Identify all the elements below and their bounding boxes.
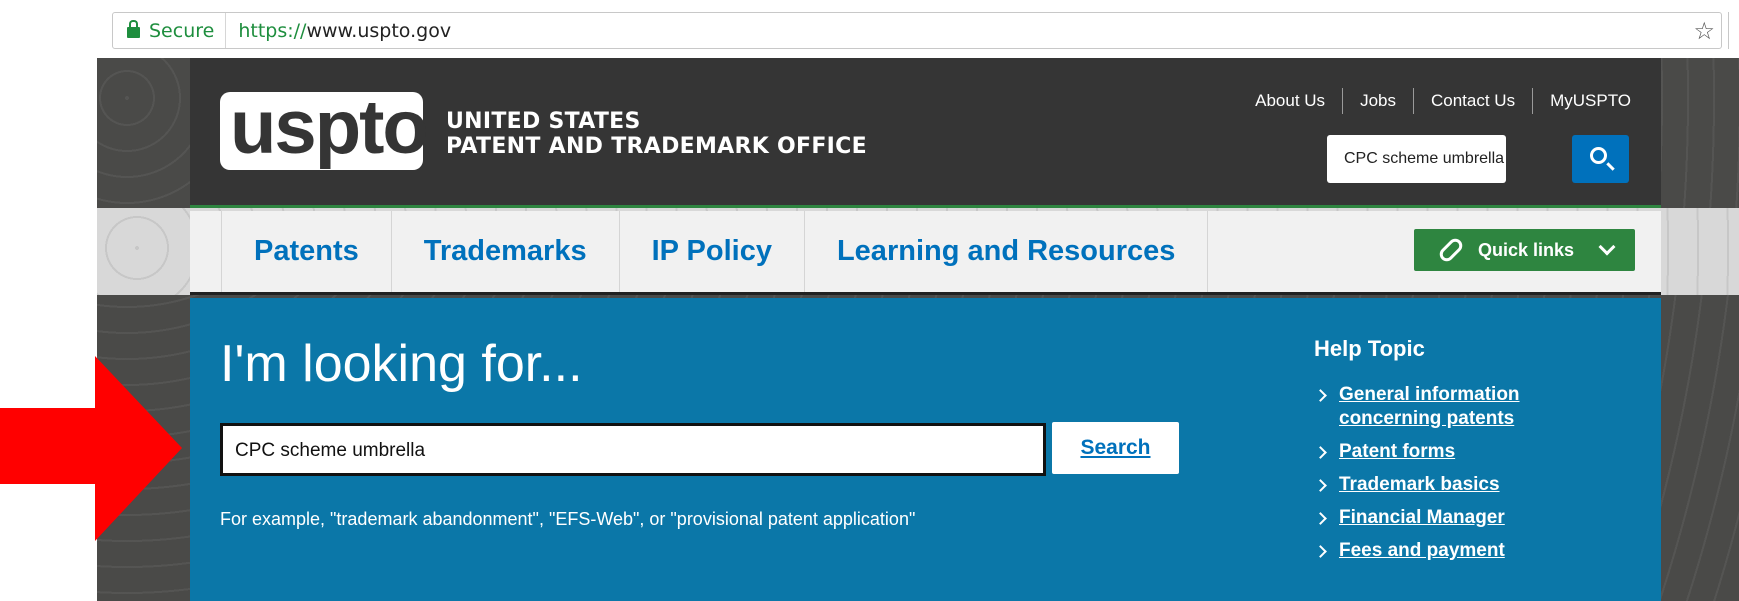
chevron-down-icon <box>1598 238 1616 256</box>
help-link-label: Patent forms <box>1339 441 1456 462</box>
red-arrow-icon <box>0 356 182 541</box>
nav-item-learning-and-resources[interactable]: Learning and Resources <box>803 211 1209 292</box>
quick-links-button[interactable]: Quick links <box>1414 229 1635 271</box>
help-link-trademark-basics[interactable]: Trademark basics <box>1314 473 1614 497</box>
help-topic-title: Help Topic <box>1314 336 1425 361</box>
nav-item-trademarks[interactable]: Trademarks <box>390 211 619 292</box>
agency-line-1: UNITED STATES <box>446 109 641 134</box>
help-link-fees-and-payment[interactable]: Fees and payment <box>1314 539 1614 563</box>
nav-item-patents[interactable]: Patents <box>221 211 391 292</box>
chevron-right-icon <box>1314 545 1327 558</box>
about-us-link[interactable]: About Us <box>1255 88 1342 114</box>
header-search-button[interactable] <box>1572 135 1629 183</box>
main-search-input[interactable]: CPC scheme umbrella <box>220 423 1046 476</box>
page-title: I'm looking for... <box>220 335 583 393</box>
quick-links-label: Quick links <box>1478 239 1575 260</box>
agency-name: UNITED STATES PATENT AND TRADEMARK OFFIC… <box>446 109 867 159</box>
address-bar[interactable]: Secure https://www.uspto.gov ☆ <box>112 12 1722 49</box>
search-example-text: For example, "trademark abandonment", "E… <box>220 509 916 529</box>
secure-label: Secure <box>149 19 215 42</box>
secure-indicator[interactable]: Secure <box>113 13 227 48</box>
chevron-right-icon <box>1314 446 1327 459</box>
nav-menu: Patents Trademarks IP Policy Learning an… <box>221 211 1209 292</box>
lock-icon <box>127 20 140 38</box>
agency-line-2: PATENT AND TRADEMARK OFFICE <box>446 134 867 159</box>
uspto-logo[interactable]: uspto <box>220 90 429 170</box>
header-search-input[interactable]: CPC scheme umbrella <box>1327 135 1506 183</box>
search-panel: I'm looking for... CPC scheme umbrella S… <box>190 298 1661 601</box>
help-topics: Help Topic General information concernin… <box>1314 336 1614 572</box>
help-link-label: Trademark basics <box>1339 474 1500 495</box>
browser-edge <box>1728 12 1739 49</box>
chevron-right-icon <box>1314 389 1327 402</box>
chevron-right-icon <box>1314 512 1327 525</box>
help-link-label: General information concerning patents <box>1339 384 1520 429</box>
chevron-right-icon <box>1314 479 1327 492</box>
url-text[interactable]: https://www.uspto.gov <box>226 20 451 42</box>
url-scheme: https:// <box>238 19 307 42</box>
myuspto-link[interactable]: MyUSPTO <box>1532 88 1631 114</box>
help-link-financial-manager[interactable]: Financial Manager <box>1314 506 1614 530</box>
utility-links: About Us Jobs Contact Us MyUSPTO <box>1255 88 1631 114</box>
link-icon <box>1436 235 1466 265</box>
nav-item-ip-policy[interactable]: IP Policy <box>618 211 804 292</box>
contact-us-link[interactable]: Contact Us <box>1412 88 1532 114</box>
help-link-patent-forms[interactable]: Patent forms <box>1314 440 1614 464</box>
star-icon[interactable]: ☆ <box>1693 17 1715 45</box>
search-button[interactable]: Search <box>1052 422 1179 474</box>
screenshot: Secure https://www.uspto.gov ☆ uspto UNI… <box>0 0 1739 601</box>
site-header: uspto UNITED STATES PATENT AND TRADEMARK… <box>190 58 1661 208</box>
help-link-label: Financial Manager <box>1339 507 1505 528</box>
jobs-link[interactable]: Jobs <box>1342 88 1413 114</box>
url-host: www.uspto.gov <box>306 19 452 42</box>
help-link-general-information[interactable]: General information concerning patents <box>1314 383 1614 431</box>
search-icon <box>1590 147 1607 164</box>
main-navigation: Patents Trademarks IP Policy Learning an… <box>190 211 1661 295</box>
help-link-label: Fees and payment <box>1339 540 1505 561</box>
